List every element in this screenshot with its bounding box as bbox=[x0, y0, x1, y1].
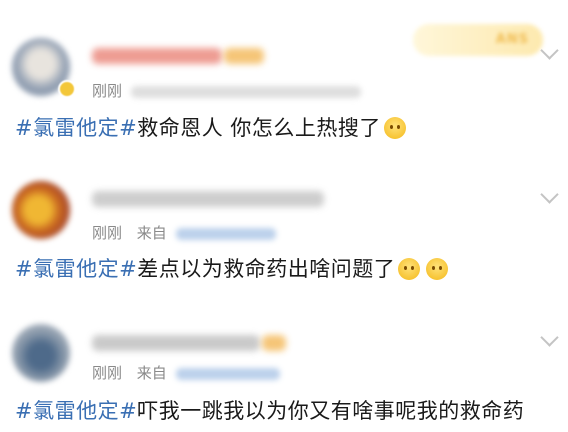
source-device-blurred[interactable] bbox=[175, 367, 280, 380]
post-meta: 刚刚 来自 bbox=[92, 362, 280, 383]
post-time: 刚刚 bbox=[92, 364, 123, 382]
hashtag-link[interactable]: #氯雷他定# bbox=[15, 399, 137, 423]
comment-3: 刚刚 来自 #氯雷他定#吓我一跳我以为你又有啥事呢我的救命药 bbox=[0, 0, 568, 432]
avatar[interactable] bbox=[12, 324, 70, 382]
user-level-icon bbox=[262, 335, 286, 351]
username-blurred[interactable] bbox=[92, 335, 260, 351]
chevron-down-icon[interactable] bbox=[540, 328, 559, 347]
post-text: 吓我一跳我以为你又有啥事呢我的救命药 bbox=[137, 399, 525, 423]
post-content: #氯雷他定#吓我一跳我以为你又有啥事呢我的救命药 bbox=[15, 398, 524, 424]
source-prefix: 来自 bbox=[136, 364, 167, 382]
